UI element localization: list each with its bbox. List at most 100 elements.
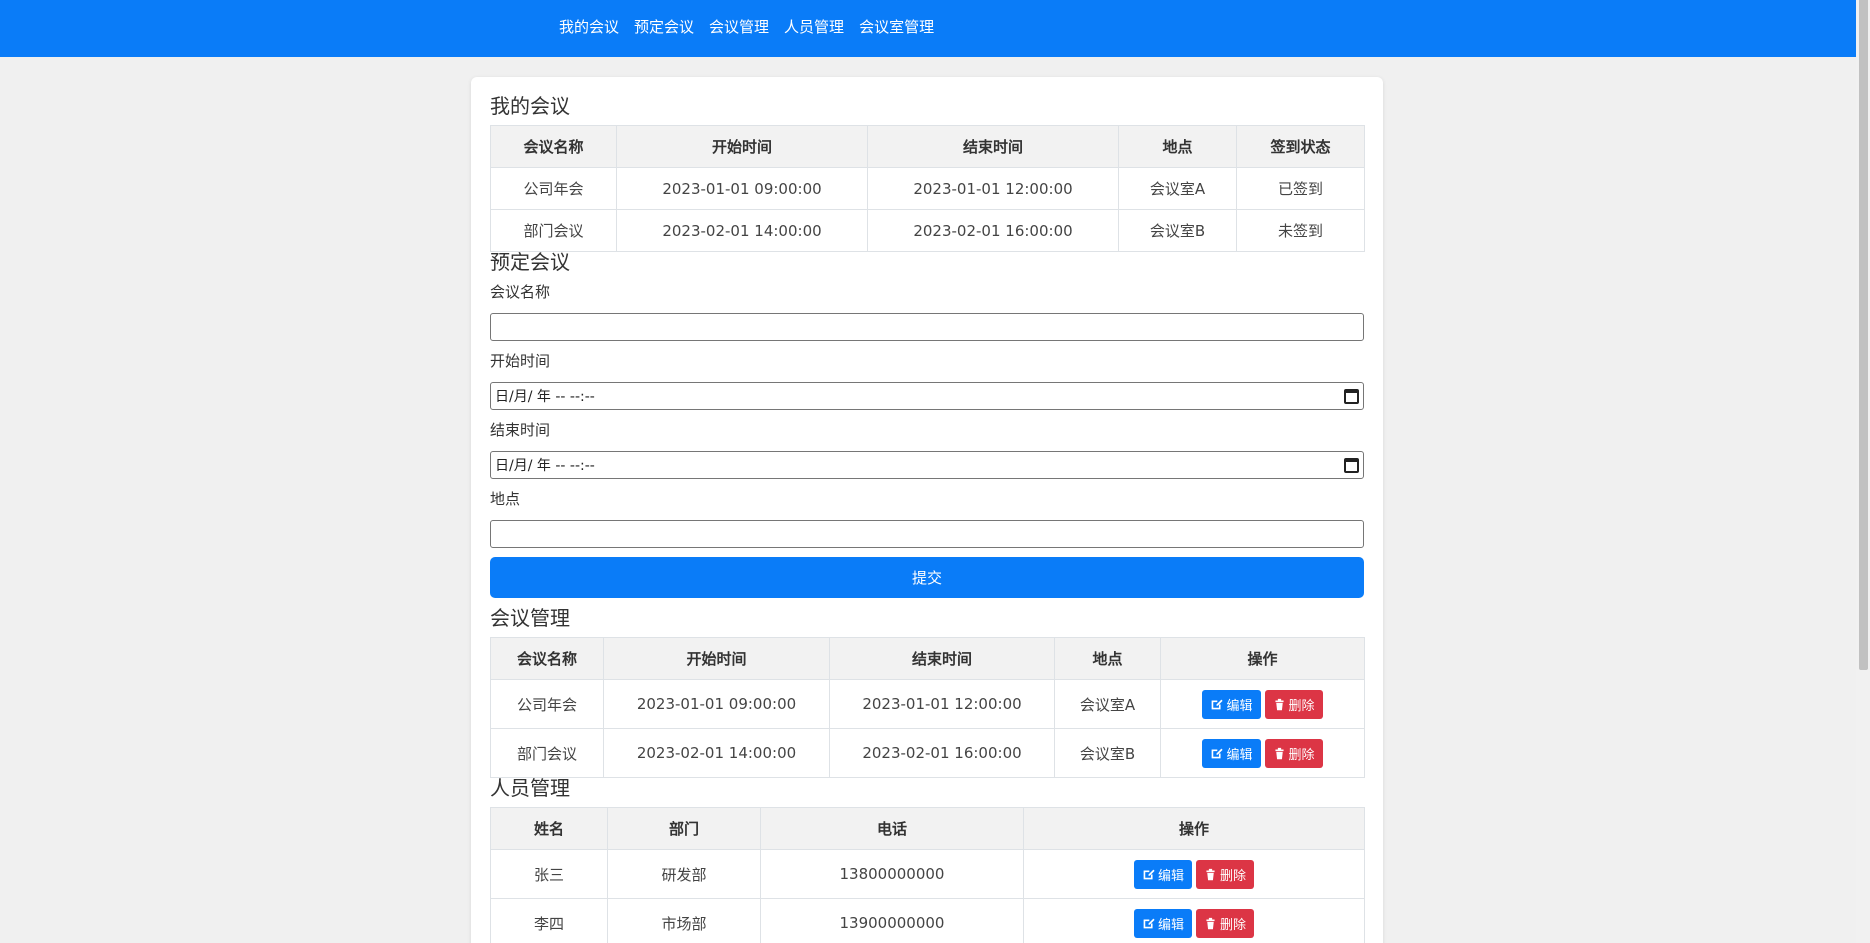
table-header: 签到状态: [1236, 125, 1365, 168]
start-time: 2023-01-01 09:00:00: [603, 679, 830, 729]
table-header: 操作: [1160, 637, 1365, 680]
nav-book-meeting[interactable]: 预定会议: [634, 17, 694, 37]
edit-button[interactable]: 编辑: [1202, 689, 1261, 719]
top-navbar: 我的会议 预定会议 会议管理 人员管理 会议室管理: [0, 0, 1856, 57]
start-time-input[interactable]: 日/月/ 年 -- --:--: [490, 382, 1364, 410]
start-time: 2023-01-01 09:00:00: [616, 167, 868, 210]
edit-label: 编辑: [1157, 868, 1184, 884]
delete-button[interactable]: 删除: [1264, 738, 1323, 768]
location: 会议室A: [1118, 167, 1237, 210]
location-label: 地点: [490, 490, 521, 508]
delete-button[interactable]: 删除: [1264, 689, 1323, 719]
meeting-name: 部门会议: [490, 209, 617, 252]
trash-icon: [1206, 917, 1215, 929]
edit-button[interactable]: 编辑: [1202, 738, 1261, 768]
vertical-scrollbar[interactable]: [1856, 0, 1870, 943]
table-header: 开始时间: [616, 125, 868, 168]
table-header: 开始时间: [603, 637, 830, 680]
phone: 13900000000: [760, 898, 1024, 943]
edit-button[interactable]: 编辑: [1133, 859, 1192, 889]
table-row: 部门会议 2023-02-01 14:00:00 2023-02-01 16:0…: [490, 728, 1365, 778]
delete-button[interactable]: 删除: [1196, 859, 1255, 889]
delete-button[interactable]: 删除: [1196, 908, 1255, 938]
delete-label: 删除: [1220, 868, 1247, 884]
meeting-name-input[interactable]: [490, 313, 1364, 341]
edit-button[interactable]: 编辑: [1133, 908, 1192, 938]
person-name: 张三: [490, 849, 608, 899]
actions-cell: 编辑 删除: [1160, 679, 1365, 729]
delete-label: 删除: [1288, 747, 1315, 763]
location: 会议室B: [1054, 728, 1161, 778]
trash-icon: [1206, 868, 1215, 880]
end-time: 2023-02-01 16:00:00: [829, 728, 1055, 778]
book-meeting-title: 预定会议: [490, 250, 570, 274]
location: 会议室A: [1054, 679, 1161, 729]
trash-icon: [1274, 698, 1284, 710]
table-row: 李四 市场部 13900000000 编辑 删除: [490, 898, 1365, 943]
nav-people-management[interactable]: 人员管理: [784, 17, 844, 37]
nav-links: 我的会议 预定会议 会议管理 人员管理 会议室管理: [559, 17, 934, 37]
content-panel: 我的会议 会议名称 开始时间 结束时间 地点 签到状态 公司年会 2023-01…: [471, 77, 1383, 943]
checkin-status: 已签到: [1236, 167, 1365, 210]
table-header: 部门: [607, 807, 761, 850]
meeting-name: 公司年会: [490, 679, 604, 729]
table-header: 地点: [1118, 125, 1237, 168]
people-management-title: 人员管理: [490, 776, 570, 800]
delete-label: 删除: [1220, 917, 1247, 933]
scrollbar-thumb[interactable]: [1859, 0, 1868, 670]
nav-room-management[interactable]: 会议室管理: [859, 17, 934, 37]
department: 研发部: [607, 849, 761, 899]
actions-cell: 编辑 删除: [1160, 728, 1365, 778]
table-row: 张三 研发部 13800000000 编辑 删除: [490, 849, 1365, 899]
table-row: 公司年会 2023-01-01 09:00:00 2023-01-01 12:0…: [490, 679, 1365, 729]
start-time: 2023-02-01 14:00:00: [616, 209, 868, 252]
table-header: 地点: [1054, 637, 1161, 680]
department: 市场部: [607, 898, 761, 943]
actions-cell: 编辑 删除: [1023, 898, 1365, 943]
end-time-placeholder: 日/月/ 年 -- --:--: [495, 458, 595, 474]
table-header: 结束时间: [829, 637, 1055, 680]
start-time: 2023-02-01 14:00:00: [603, 728, 830, 778]
meeting-name: 部门会议: [490, 728, 604, 778]
start-time-label: 开始时间: [490, 352, 551, 370]
meeting-name-label: 会议名称: [490, 283, 551, 301]
meeting-name: 公司年会: [490, 167, 617, 210]
calendar-icon[interactable]: [1344, 388, 1359, 404]
person-name: 李四: [490, 898, 608, 943]
edit-label: 编辑: [1226, 698, 1253, 714]
end-time: 2023-01-01 12:00:00: [829, 679, 1055, 729]
edit-icon: [1212, 748, 1224, 758]
end-time: 2023-02-01 16:00:00: [867, 209, 1119, 252]
my-meetings-title: 我的会议: [490, 94, 570, 118]
table-header: 会议名称: [490, 125, 617, 168]
checkin-status: 未签到: [1236, 209, 1365, 252]
table-row: 部门会议 2023-02-01 14:00:00 2023-02-01 16:0…: [490, 209, 1365, 252]
edit-label: 编辑: [1226, 747, 1253, 763]
edit-icon: [1212, 699, 1224, 709]
meeting-management-title: 会议管理: [490, 606, 570, 630]
submit-button[interactable]: 提交: [490, 557, 1364, 598]
table-header: 电话: [760, 807, 1024, 850]
edit-icon: [1143, 918, 1155, 928]
table-row: 公司年会 2023-01-01 09:00:00 2023-01-01 12:0…: [490, 167, 1365, 210]
people-management-table: 姓名 部门 电话 操作 张三 研发部 13800000000 编辑 删除 李四 …: [490, 807, 1365, 943]
table-header: 结束时间: [867, 125, 1119, 168]
table-header: 姓名: [490, 807, 608, 850]
nav-my-meetings[interactable]: 我的会议: [559, 17, 619, 37]
start-time-placeholder: 日/月/ 年 -- --:--: [495, 389, 595, 405]
calendar-icon[interactable]: [1344, 457, 1359, 473]
nav-meeting-management[interactable]: 会议管理: [709, 17, 769, 37]
delete-label: 删除: [1288, 698, 1315, 714]
end-time: 2023-01-01 12:00:00: [867, 167, 1119, 210]
end-time-label: 结束时间: [490, 421, 551, 439]
phone: 13800000000: [760, 849, 1024, 899]
end-time-input[interactable]: 日/月/ 年 -- --:--: [490, 451, 1364, 479]
trash-icon: [1274, 747, 1284, 759]
edit-icon: [1143, 869, 1155, 879]
my-meetings-table: 会议名称 开始时间 结束时间 地点 签到状态 公司年会 2023-01-01 0…: [490, 125, 1365, 252]
table-header: 操作: [1023, 807, 1365, 850]
table-header: 会议名称: [490, 637, 604, 680]
actions-cell: 编辑 删除: [1023, 849, 1365, 899]
location-input[interactable]: [490, 520, 1364, 548]
edit-label: 编辑: [1157, 917, 1184, 933]
